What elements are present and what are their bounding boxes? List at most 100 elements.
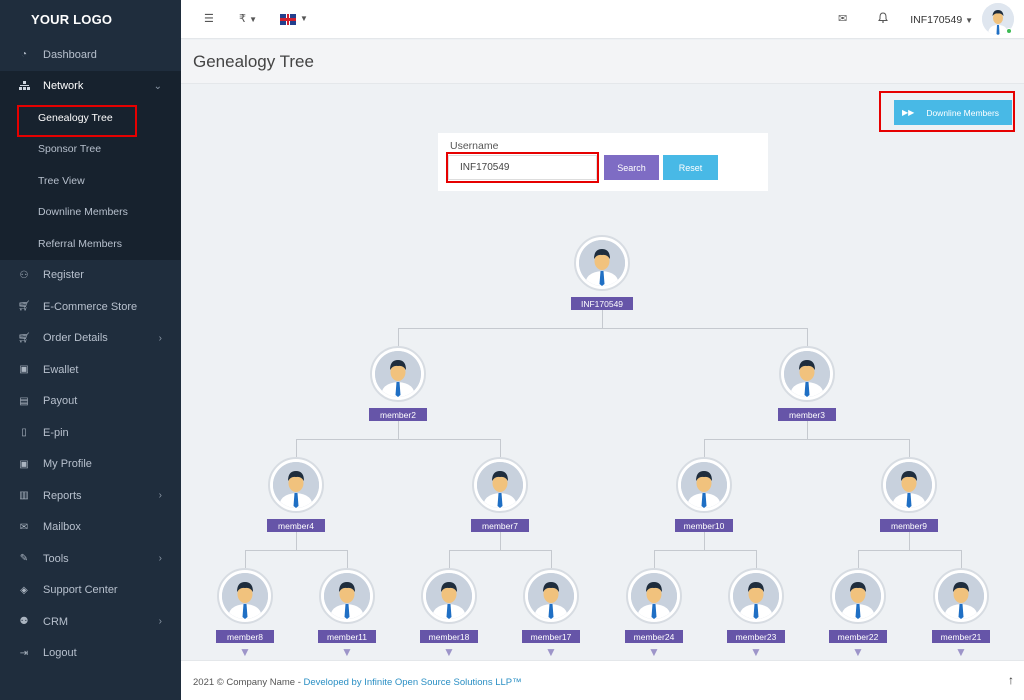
member-avatar[interactable] <box>626 568 682 624</box>
sidebar-item-label: Logout <box>43 647 77 660</box>
submenu-item-sponsor-tree[interactable]: Sponsor Tree <box>0 134 181 166</box>
chevron-right-icon: › <box>158 490 162 502</box>
sidebar-item-epin[interactable]: ▯ E-pin <box>0 417 181 449</box>
member-avatar[interactable] <box>933 568 989 624</box>
uk-flag-icon[interactable] <box>280 14 296 25</box>
sidebar-item-logout[interactable]: ⇥ Logout <box>0 638 181 670</box>
member-avatar[interactable] <box>574 235 630 291</box>
member-avatar[interactable] <box>421 568 477 624</box>
member-avatar[interactable] <box>217 568 273 624</box>
tree-node[interactable]: member2 <box>369 346 430 426</box>
member-avatar[interactable] <box>676 457 732 513</box>
menu-toggle-icon[interactable]: ☰ <box>204 12 214 25</box>
submenu-item-referral-members[interactable]: Referral Members <box>0 228 181 260</box>
tree-node[interactable]: member4 <box>267 457 328 537</box>
expand-down-arrow-icon[interactable]: ▼ <box>341 646 353 658</box>
sidebar-item-my-profile[interactable]: ▣ My Profile <box>0 449 181 481</box>
sidebar-item-reports[interactable]: ▥ Reports › <box>0 480 181 512</box>
tree-node[interactable]: member21 <box>932 568 993 648</box>
sidebar-item-label: Reports <box>43 489 82 502</box>
tree-connector-line <box>551 550 552 568</box>
sidebar-item-ewallet[interactable]: ▣ Ewallet <box>0 354 181 386</box>
member-avatar[interactable] <box>779 346 835 402</box>
tree-node[interactable]: member11 <box>318 568 379 648</box>
tree-connector-line <box>909 439 910 457</box>
tree-connector-line <box>500 532 501 550</box>
member-name-label[interactable]: member22 <box>829 630 887 643</box>
sidebar-item-tools[interactable]: ✎ Tools › <box>0 543 181 575</box>
tree-node[interactable]: member22 <box>829 568 890 648</box>
tree-node[interactable]: INF170549 <box>571 235 634 315</box>
submenu-item-genealogy-tree[interactable]: Genealogy Tree <box>0 102 181 134</box>
tree-node[interactable]: member24 <box>625 568 686 648</box>
chevron-right-icon: › <box>158 616 162 628</box>
member-name-label[interactable]: member17 <box>522 630 580 643</box>
sidebar-item-payout[interactable]: ▤ Payout <box>0 386 181 418</box>
sidebar-item-register[interactable]: ⚇ Register <box>0 260 181 292</box>
member-name-label[interactable]: member11 <box>318 630 376 643</box>
user-menu[interactable]: INF170549 ▼ <box>910 14 973 26</box>
expand-down-arrow-icon[interactable]: ▼ <box>443 646 455 658</box>
sidebar-item-crm[interactable]: ⚉ CRM › <box>0 606 181 638</box>
tree-node[interactable]: member8 <box>216 568 277 648</box>
submenu-item-tree-view[interactable]: Tree View <box>0 165 181 197</box>
tree-connector-line <box>296 532 297 550</box>
sidebar-item-order-details[interactable]: 🛒︎ Order Details › <box>0 323 181 355</box>
tree-node[interactable]: member9 <box>880 457 941 537</box>
scroll-to-top-icon[interactable]: ↑ <box>1008 673 1014 687</box>
tree-connector-line <box>296 439 297 457</box>
submenu-item-downline-members[interactable]: Downline Members <box>0 197 181 229</box>
member-avatar[interactable] <box>268 457 324 513</box>
member-avatar[interactable] <box>830 568 886 624</box>
sidebar-item-label: Network <box>43 80 84 93</box>
expand-down-arrow-icon[interactable]: ▼ <box>545 646 557 658</box>
member-name-label[interactable]: member4 <box>267 519 325 532</box>
sidebar-item-mailbox[interactable]: ✉ Mailbox <box>0 512 181 544</box>
member-name-label[interactable]: member2 <box>369 408 427 421</box>
sidebar-item-label: Support Center <box>43 584 118 597</box>
top-navbar: ☰ ₹ ▼ ▼ ✉ INF170549 ▼ <box>181 0 1024 39</box>
member-name-label[interactable]: member21 <box>932 630 990 643</box>
member-name-label[interactable]: member18 <box>420 630 478 643</box>
member-avatar[interactable] <box>523 568 579 624</box>
tree-node[interactable]: member23 <box>727 568 788 648</box>
member-name-label[interactable]: member8 <box>216 630 274 643</box>
member-name-label[interactable]: member23 <box>727 630 785 643</box>
mail-icon[interactable]: ✉ <box>838 12 847 25</box>
expand-down-arrow-icon[interactable]: ▼ <box>852 646 864 658</box>
tree-node[interactable]: member17 <box>522 568 583 648</box>
member-name-label[interactable]: INF170549 <box>571 297 633 310</box>
tree-node[interactable]: member7 <box>471 457 532 537</box>
expand-down-arrow-icon[interactable]: ▼ <box>955 646 967 658</box>
sidebar-item-support-center[interactable]: ◈ Support Center <box>0 575 181 607</box>
sidebar-item-dashboard[interactable]: ◔ Dashboard <box>0 39 181 71</box>
chevron-down-icon: ⌄ <box>153 80 162 92</box>
member-name-label[interactable]: member24 <box>625 630 683 643</box>
sidebar: YOUR LOGO ◔ Dashboard Network ⌄ Genealog… <box>0 0 181 700</box>
member-name-label[interactable]: member10 <box>675 519 733 532</box>
tree-node[interactable]: member18 <box>420 568 481 648</box>
tree-node[interactable]: member10 <box>675 457 736 537</box>
tree-connector-line <box>807 421 808 439</box>
member-avatar[interactable] <box>472 457 528 513</box>
member-name-label[interactable]: member3 <box>778 408 836 421</box>
currency-selector[interactable]: ₹ ▼ <box>239 12 257 25</box>
member-avatar[interactable] <box>881 457 937 513</box>
sidebar-item-ecommerce-store[interactable]: 🛒︎ E-Commerce Store <box>0 291 181 323</box>
sidebar-item-network[interactable]: Network ⌄ <box>0 70 181 102</box>
member-avatar[interactable] <box>728 568 784 624</box>
expand-down-arrow-icon[interactable]: ▼ <box>750 646 762 658</box>
expand-down-arrow-icon[interactable]: ▼ <box>239 646 251 658</box>
member-name-label[interactable]: member7 <box>471 519 529 532</box>
member-name-label[interactable]: member9 <box>880 519 938 532</box>
genealogy-tree: INF170549 member2 member3 member4 member7 mem… <box>181 85 1024 660</box>
bell-icon[interactable] <box>878 12 888 26</box>
expand-down-arrow-icon[interactable]: ▼ <box>648 646 660 658</box>
tree-connector-line <box>654 550 757 551</box>
member-avatar[interactable] <box>370 346 426 402</box>
tree-node[interactable]: member3 <box>778 346 839 426</box>
developer-link[interactable]: Developed by Infinite Open Source Soluti… <box>304 677 522 688</box>
member-avatar[interactable] <box>319 568 375 624</box>
logo[interactable]: YOUR LOGO <box>0 0 181 39</box>
sidebar-item-label: My Profile <box>43 458 92 471</box>
